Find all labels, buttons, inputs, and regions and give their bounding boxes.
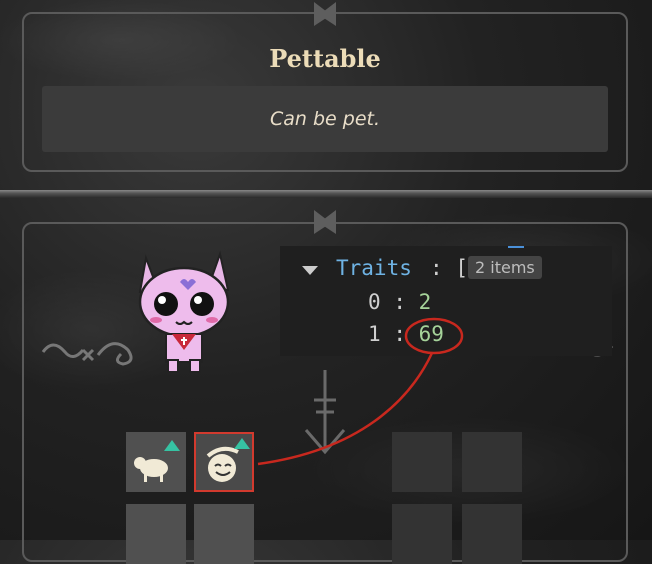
trait-tooltip: Pettable Can be pet. [22,2,628,172]
panel-divider [0,190,652,198]
traits-open-bracket: [ [455,256,468,280]
trait-value: 69 [418,322,444,346]
trait-slot-empty[interactable] [462,504,522,564]
pink-cat-character [138,250,230,373]
item-count-badge: 2 items [468,256,542,279]
upgrade-arrow-icon [164,440,180,451]
traits-key: Traits [336,256,412,280]
upgrade-arrow-icon [234,438,250,449]
traits-separator: : [ [430,256,468,280]
trait-index: 1 [368,322,381,346]
tooltip-title: Pettable [269,44,381,73]
expand-triangle-icon[interactable] [302,266,318,275]
trait-value: 2 [418,290,432,314]
tooltip-description-box: Can be pet. [42,86,608,152]
trait-row: 0 : 2 [368,290,431,314]
traits-colon: : [430,256,443,280]
trait-slot-empty[interactable] [392,432,452,492]
inspector-accent [508,246,524,248]
trait-separator: : [393,290,406,314]
trait-slot-empty[interactable] [392,504,452,564]
trait-slot-empty[interactable] [126,504,186,564]
trait-separator: : [393,322,406,346]
tooltip-description: Can be pet. [269,108,381,130]
sword-ornament-icon [304,370,346,455]
debug-inspector: Traits : [ 2 items 0 : 2 1 : 69 [280,246,612,356]
trait-index: 0 [368,290,381,314]
trait-slot-empty[interactable] [194,504,254,564]
trait-row: 1 : 69 [368,322,444,346]
trait-slot-empty[interactable] [462,432,522,492]
